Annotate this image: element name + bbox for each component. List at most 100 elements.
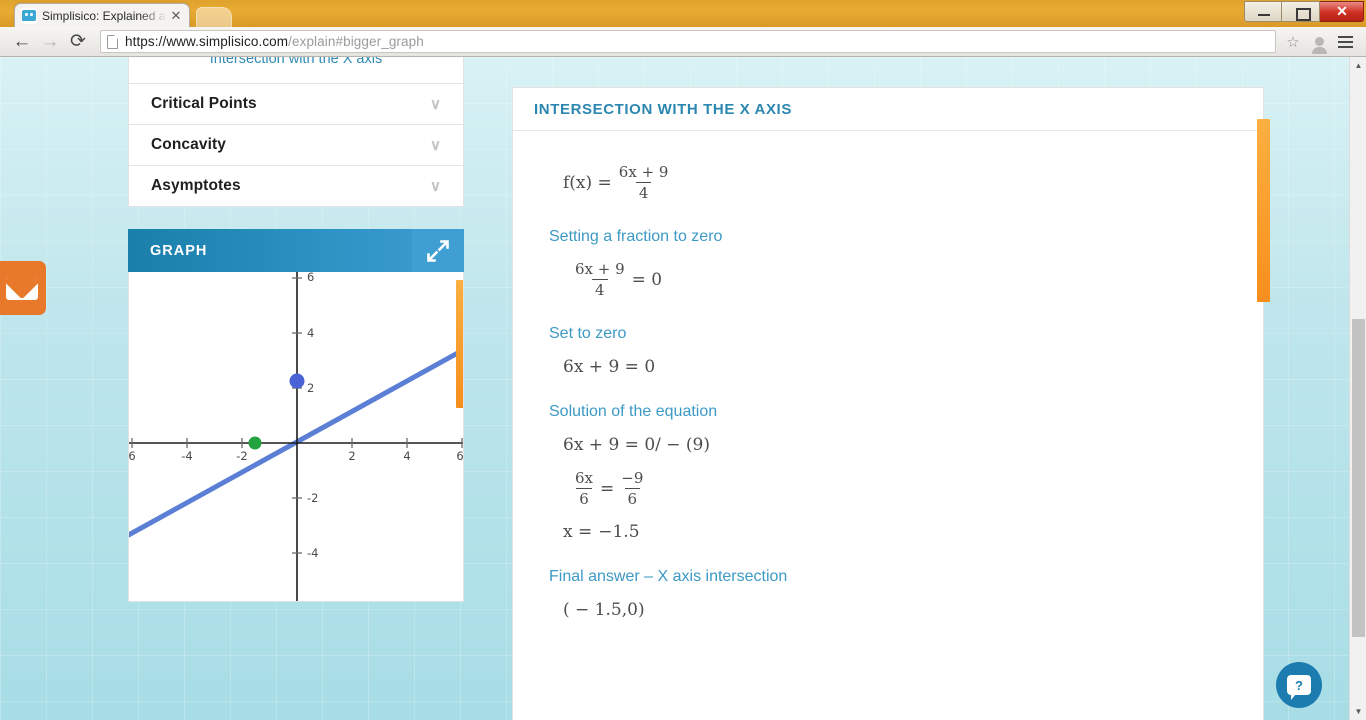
scroll-up-arrow-icon[interactable]: ▲ xyxy=(1350,57,1366,74)
eq1-rhs: = 0 xyxy=(631,269,663,290)
rhs-fraction: −9 6 xyxy=(618,469,646,508)
favicon-icon xyxy=(21,8,37,24)
browser-toolbar: ← → ⟳ https://www.simplisico.com/explain… xyxy=(0,27,1366,57)
browser-chrome: Simplisico: Explained and ✕ ← → ⟳ https:… xyxy=(0,0,1366,57)
sidebar-item-concavity[interactable]: Concavity ∨ xyxy=(129,124,463,165)
graph-scrollbar-thumb[interactable] xyxy=(456,280,463,408)
graph-canvas[interactable]: 6 -4 -2 2 4 6 6 4 2 -2 -4 xyxy=(128,272,464,602)
question-bubble-icon: ? xyxy=(1287,675,1311,700)
x-value: −1.5 xyxy=(598,522,640,542)
function-plot: 6 -4 -2 2 4 6 6 4 2 -2 -4 xyxy=(129,272,463,602)
url-text: https://www.simplisico.com/explain#bigge… xyxy=(125,34,424,49)
sidebar-item-label: Concavity xyxy=(151,136,226,153)
minimize-button[interactable] xyxy=(1244,1,1282,22)
browser-tab[interactable]: Simplisico: Explained and ✕ xyxy=(14,3,190,28)
scroll-down-arrow-icon[interactable]: ▼ xyxy=(1350,703,1366,720)
new-tab-button[interactable] xyxy=(196,7,232,27)
left-column: Intersection with the X axis Critical Po… xyxy=(128,57,464,602)
maximize-button[interactable] xyxy=(1282,1,1320,22)
hamburger-menu-icon[interactable] xyxy=(1332,35,1358,48)
chevron-down-icon[interactable]: ∨ xyxy=(430,97,441,112)
svg-text:-4: -4 xyxy=(181,449,192,463)
window-controls xyxy=(1244,0,1366,23)
svg-text:-4: -4 xyxy=(307,546,318,560)
sidebar-item-label: Critical Points xyxy=(151,95,257,112)
url-path: /explain#bigger_graph xyxy=(288,34,424,49)
reload-icon[interactable]: ⟳ xyxy=(64,28,92,56)
x-label: x = xyxy=(563,522,593,542)
function-definition: f(x) = 6x + 9 4 xyxy=(513,163,1263,202)
bookmark-star-icon[interactable]: ☆ xyxy=(1282,33,1304,51)
help-chat-button[interactable]: ? xyxy=(1276,662,1322,708)
explanation-card: INTERSECTION WITH THE X AXIS f(x) = 6x +… xyxy=(512,87,1270,720)
graph-panel-header: GRAPH xyxy=(128,229,464,272)
topics-list: Intersection with the X axis Critical Po… xyxy=(128,57,464,207)
svg-text:6: 6 xyxy=(129,449,136,463)
sidebar-item-label: Asymptotes xyxy=(151,177,241,194)
lhs-fraction: 6x 6 xyxy=(572,469,596,508)
envelope-icon xyxy=(6,276,38,300)
page-info-icon[interactable] xyxy=(107,34,118,49)
svg-text:2: 2 xyxy=(307,381,314,395)
address-bar[interactable]: https://www.simplisico.com/explain#bigge… xyxy=(100,30,1276,53)
x-intercept-point xyxy=(248,436,262,450)
equation-set-to-zero: 6x + 9 = 0 xyxy=(563,357,656,377)
step-title-solution: Solution of the equation xyxy=(549,403,718,420)
step-title-setting-fraction-zero: Setting a fraction to zero xyxy=(549,228,723,245)
back-icon[interactable]: ← xyxy=(8,28,36,56)
step-title-final-answer: Final answer – X axis intersection xyxy=(549,568,788,585)
sidebar-item-critical-points[interactable]: Critical Points ∨ xyxy=(129,83,463,124)
step-title-set-to-zero: Set to zero xyxy=(549,325,627,342)
svg-text:2: 2 xyxy=(348,449,355,463)
close-icon[interactable]: ✕ xyxy=(169,9,183,23)
y-intercept-point xyxy=(289,373,305,389)
equation-subtract-nine: 6x + 9 = 0/ − (9) xyxy=(563,435,710,455)
chevron-down-icon[interactable]: ∨ xyxy=(430,179,441,194)
svg-text:4: 4 xyxy=(403,449,410,463)
svg-text:-2: -2 xyxy=(236,449,247,463)
chevron-down-icon[interactable]: ∨ xyxy=(430,138,441,153)
topic-link-label: Intersection with the X axis xyxy=(209,57,383,67)
x-axis-tick-labels: 6 -4 -2 2 4 6 xyxy=(129,449,463,463)
fraction-denominator: 4 xyxy=(635,182,652,202)
window-close-button[interactable] xyxy=(1320,1,1364,22)
fraction-numerator: 6x xyxy=(575,469,594,487)
fx-fraction: 6x + 9 4 xyxy=(616,163,672,202)
contact-email-tab[interactable] xyxy=(0,261,46,315)
graph-panel: GRAPH 6 -4 -2 2 4 6 6 4 2 -2 -4 xyxy=(128,229,464,602)
final-answer-coordinates: ( − 1.5,0) xyxy=(563,600,645,620)
fraction-denominator: 6 xyxy=(576,488,592,508)
fx-label: f(x) = xyxy=(563,172,612,193)
tab-title: Simplisico: Explained and xyxy=(42,9,167,23)
scrollbar-thumb[interactable] xyxy=(1352,319,1365,637)
equation-divide-six: 6x 6 = −9 6 xyxy=(513,469,1263,508)
equation-fraction-zero: 6x + 9 4 = 0 xyxy=(513,260,1263,299)
fraction-denominator: 4 xyxy=(592,279,608,299)
svg-text:4: 4 xyxy=(307,326,314,340)
page-viewport: Intersection with the X axis Critical Po… xyxy=(0,57,1366,720)
card-header: INTERSECTION WITH THE X AXIS xyxy=(513,88,1263,131)
eq1-fraction: 6x + 9 4 xyxy=(572,260,628,299)
url-origin: https://www.simplisico.com xyxy=(125,34,289,49)
page-scrollbar[interactable]: ▲ ▼ xyxy=(1349,57,1366,720)
fraction-denominator: 6 xyxy=(624,488,641,508)
svg-text:6: 6 xyxy=(456,449,463,463)
equals-sign: = xyxy=(600,478,615,499)
fraction-numerator: −9 xyxy=(621,469,644,487)
svg-text:-6: -6 xyxy=(307,601,318,602)
svg-text:6: 6 xyxy=(307,272,314,284)
expand-arrows-icon[interactable] xyxy=(412,229,464,272)
page-title: INTERSECTION WITH THE X AXIS xyxy=(534,100,792,118)
content-scrollbar-thumb[interactable] xyxy=(1257,119,1270,302)
tab-strip: Simplisico: Explained and ✕ xyxy=(0,0,1366,28)
card-body: f(x) = 6x + 9 4 Setting a fraction to ze… xyxy=(513,131,1263,620)
svg-text:-2: -2 xyxy=(307,491,318,505)
sidebar-item-asymptotes[interactable]: Asymptotes ∨ xyxy=(129,165,463,206)
topic-link-intersection-x-axis[interactable]: Intersection with the X axis xyxy=(129,57,463,83)
fraction-numerator: 6x + 9 xyxy=(618,163,669,181)
fraction-numerator: 6x + 9 xyxy=(575,260,625,278)
profile-avatar-icon[interactable] xyxy=(1306,29,1332,55)
graph-panel-title: GRAPH xyxy=(150,242,208,259)
forward-icon[interactable]: → xyxy=(36,28,64,56)
equation-x-value: x = −1.5 xyxy=(513,522,1263,542)
